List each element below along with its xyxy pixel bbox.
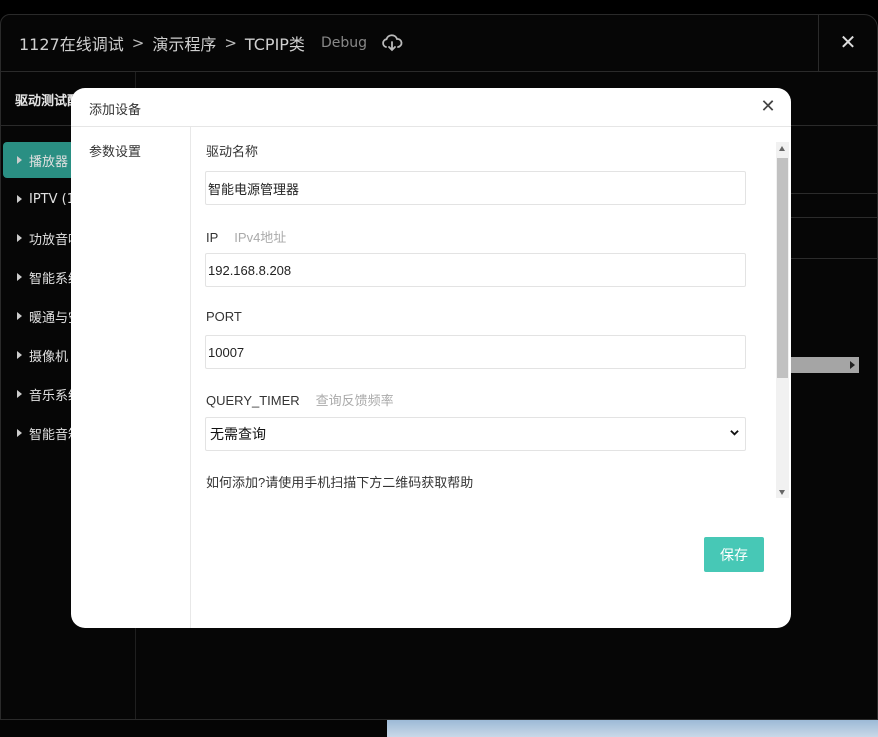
scroll-up-icon[interactable] <box>779 146 785 151</box>
dialog-title: 添加设备 <box>89 102 142 117</box>
port-label: PORT <box>206 309 242 324</box>
help-text: 如何添加?请使用手机扫描下方二维码获取帮助 <box>206 475 474 490</box>
close-icon[interactable]: ✕ <box>759 97 777 115</box>
ip-hint: IPv4地址 <box>234 230 287 245</box>
query-timer-hint: 查询反馈频率 <box>315 393 394 408</box>
port-value: 10007 <box>208 344 245 360</box>
ip-field[interactable]: 192.168.8.208 <box>205 253 746 287</box>
ip-label: IP IPv4地址 <box>206 230 287 245</box>
port-field[interactable]: 10007 <box>205 335 746 369</box>
scroll-thumb[interactable] <box>777 158 788 378</box>
query-timer-value: 无需查询 <box>210 426 266 442</box>
dialog-nav: 参数设置 <box>71 127 191 628</box>
ip-value: 192.168.8.208 <box>208 262 292 278</box>
nav-item-params[interactable]: 参数设置 <box>89 141 141 160</box>
name-label: 驱动名称 <box>206 144 259 159</box>
query-timer-select[interactable]: 无需查询 <box>205 417 746 451</box>
form-scrollbar[interactable] <box>776 142 789 498</box>
save-button[interactable]: 保存 <box>704 537 764 572</box>
add-device-dialog: 添加设备 ✕ 参数设置 驱动名称 智能电源管理器 IP IPv4地址 192.16… <box>71 88 791 628</box>
chevron-down-icon <box>730 430 739 436</box>
scroll-down-icon[interactable] <box>779 490 785 495</box>
query-timer-label: QUERY_TIMER 查询反馈频率 <box>206 393 394 408</box>
name-value: 智能电源管理器 <box>208 181 300 197</box>
form-area: 驱动名称 智能电源管理器 IP IPv4地址 192.168.8.208 PORT… <box>191 127 791 499</box>
name-field[interactable]: 智能电源管理器 <box>205 171 746 205</box>
dialog-header: 添加设备 ✕ <box>71 88 791 127</box>
